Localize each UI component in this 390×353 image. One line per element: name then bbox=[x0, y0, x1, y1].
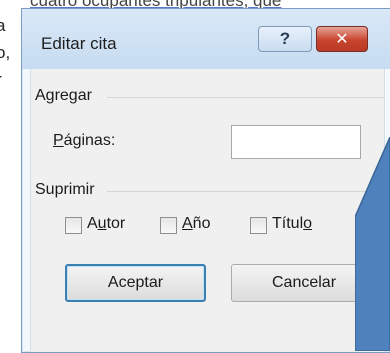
blue-callout-shape bbox=[355, 137, 390, 351]
year-label-post: ño bbox=[192, 215, 211, 232]
author-checkbox[interactable] bbox=[65, 217, 82, 234]
document-line-1: , bbox=[0, 0, 1, 11]
help-icon: ? bbox=[279, 29, 291, 48]
year-checkbox-label[interactable]: Año bbox=[182, 215, 210, 233]
help-button[interactable]: ? bbox=[258, 26, 312, 52]
title-label-pre: Títul bbox=[272, 215, 304, 232]
edit-citation-dialog: Editar cita ? ✕ Agregar Páginas: Suprimi… bbox=[21, 8, 390, 353]
author-checkbox-label[interactable]: Autor bbox=[87, 215, 125, 233]
document-line-4: r bbox=[0, 70, 2, 90]
agregar-group-label: Agregar bbox=[35, 87, 92, 104]
suprimir-group-divider bbox=[107, 191, 384, 192]
close-button[interactable]: ✕ bbox=[316, 26, 368, 52]
callout-polygon bbox=[355, 137, 390, 351]
author-label-access-key: u bbox=[97, 215, 107, 232]
close-icon: ✕ bbox=[335, 31, 349, 48]
suprimir-group-label: Suprimir bbox=[35, 181, 95, 198]
dialog-title: Editar cita bbox=[41, 34, 117, 53]
pages-label-access-key: P bbox=[53, 132, 64, 149]
pages-label: Páginas: bbox=[53, 132, 115, 150]
title-label-access-key: o bbox=[303, 215, 313, 232]
agregar-group-divider bbox=[107, 97, 384, 98]
pages-input[interactable] bbox=[231, 125, 361, 159]
year-checkbox[interactable] bbox=[160, 217, 177, 234]
title-checkbox[interactable] bbox=[250, 217, 267, 234]
year-label-access-key: A bbox=[182, 215, 193, 232]
pages-label-rest: áginas: bbox=[63, 132, 116, 149]
author-label-post: tor bbox=[106, 215, 126, 232]
document-line-3: o, bbox=[0, 43, 11, 62]
document-line-2: a bbox=[0, 16, 6, 35]
title-checkbox-label[interactable]: Título bbox=[272, 215, 312, 233]
accept-button[interactable]: Aceptar bbox=[65, 264, 206, 302]
author-label-pre: A bbox=[87, 215, 98, 232]
dialog-client-area: Agregar Páginas: Suprimir Autor Año Títu… bbox=[30, 69, 385, 352]
dialog-titlebar[interactable]: Editar cita ? ✕ bbox=[22, 9, 390, 69]
